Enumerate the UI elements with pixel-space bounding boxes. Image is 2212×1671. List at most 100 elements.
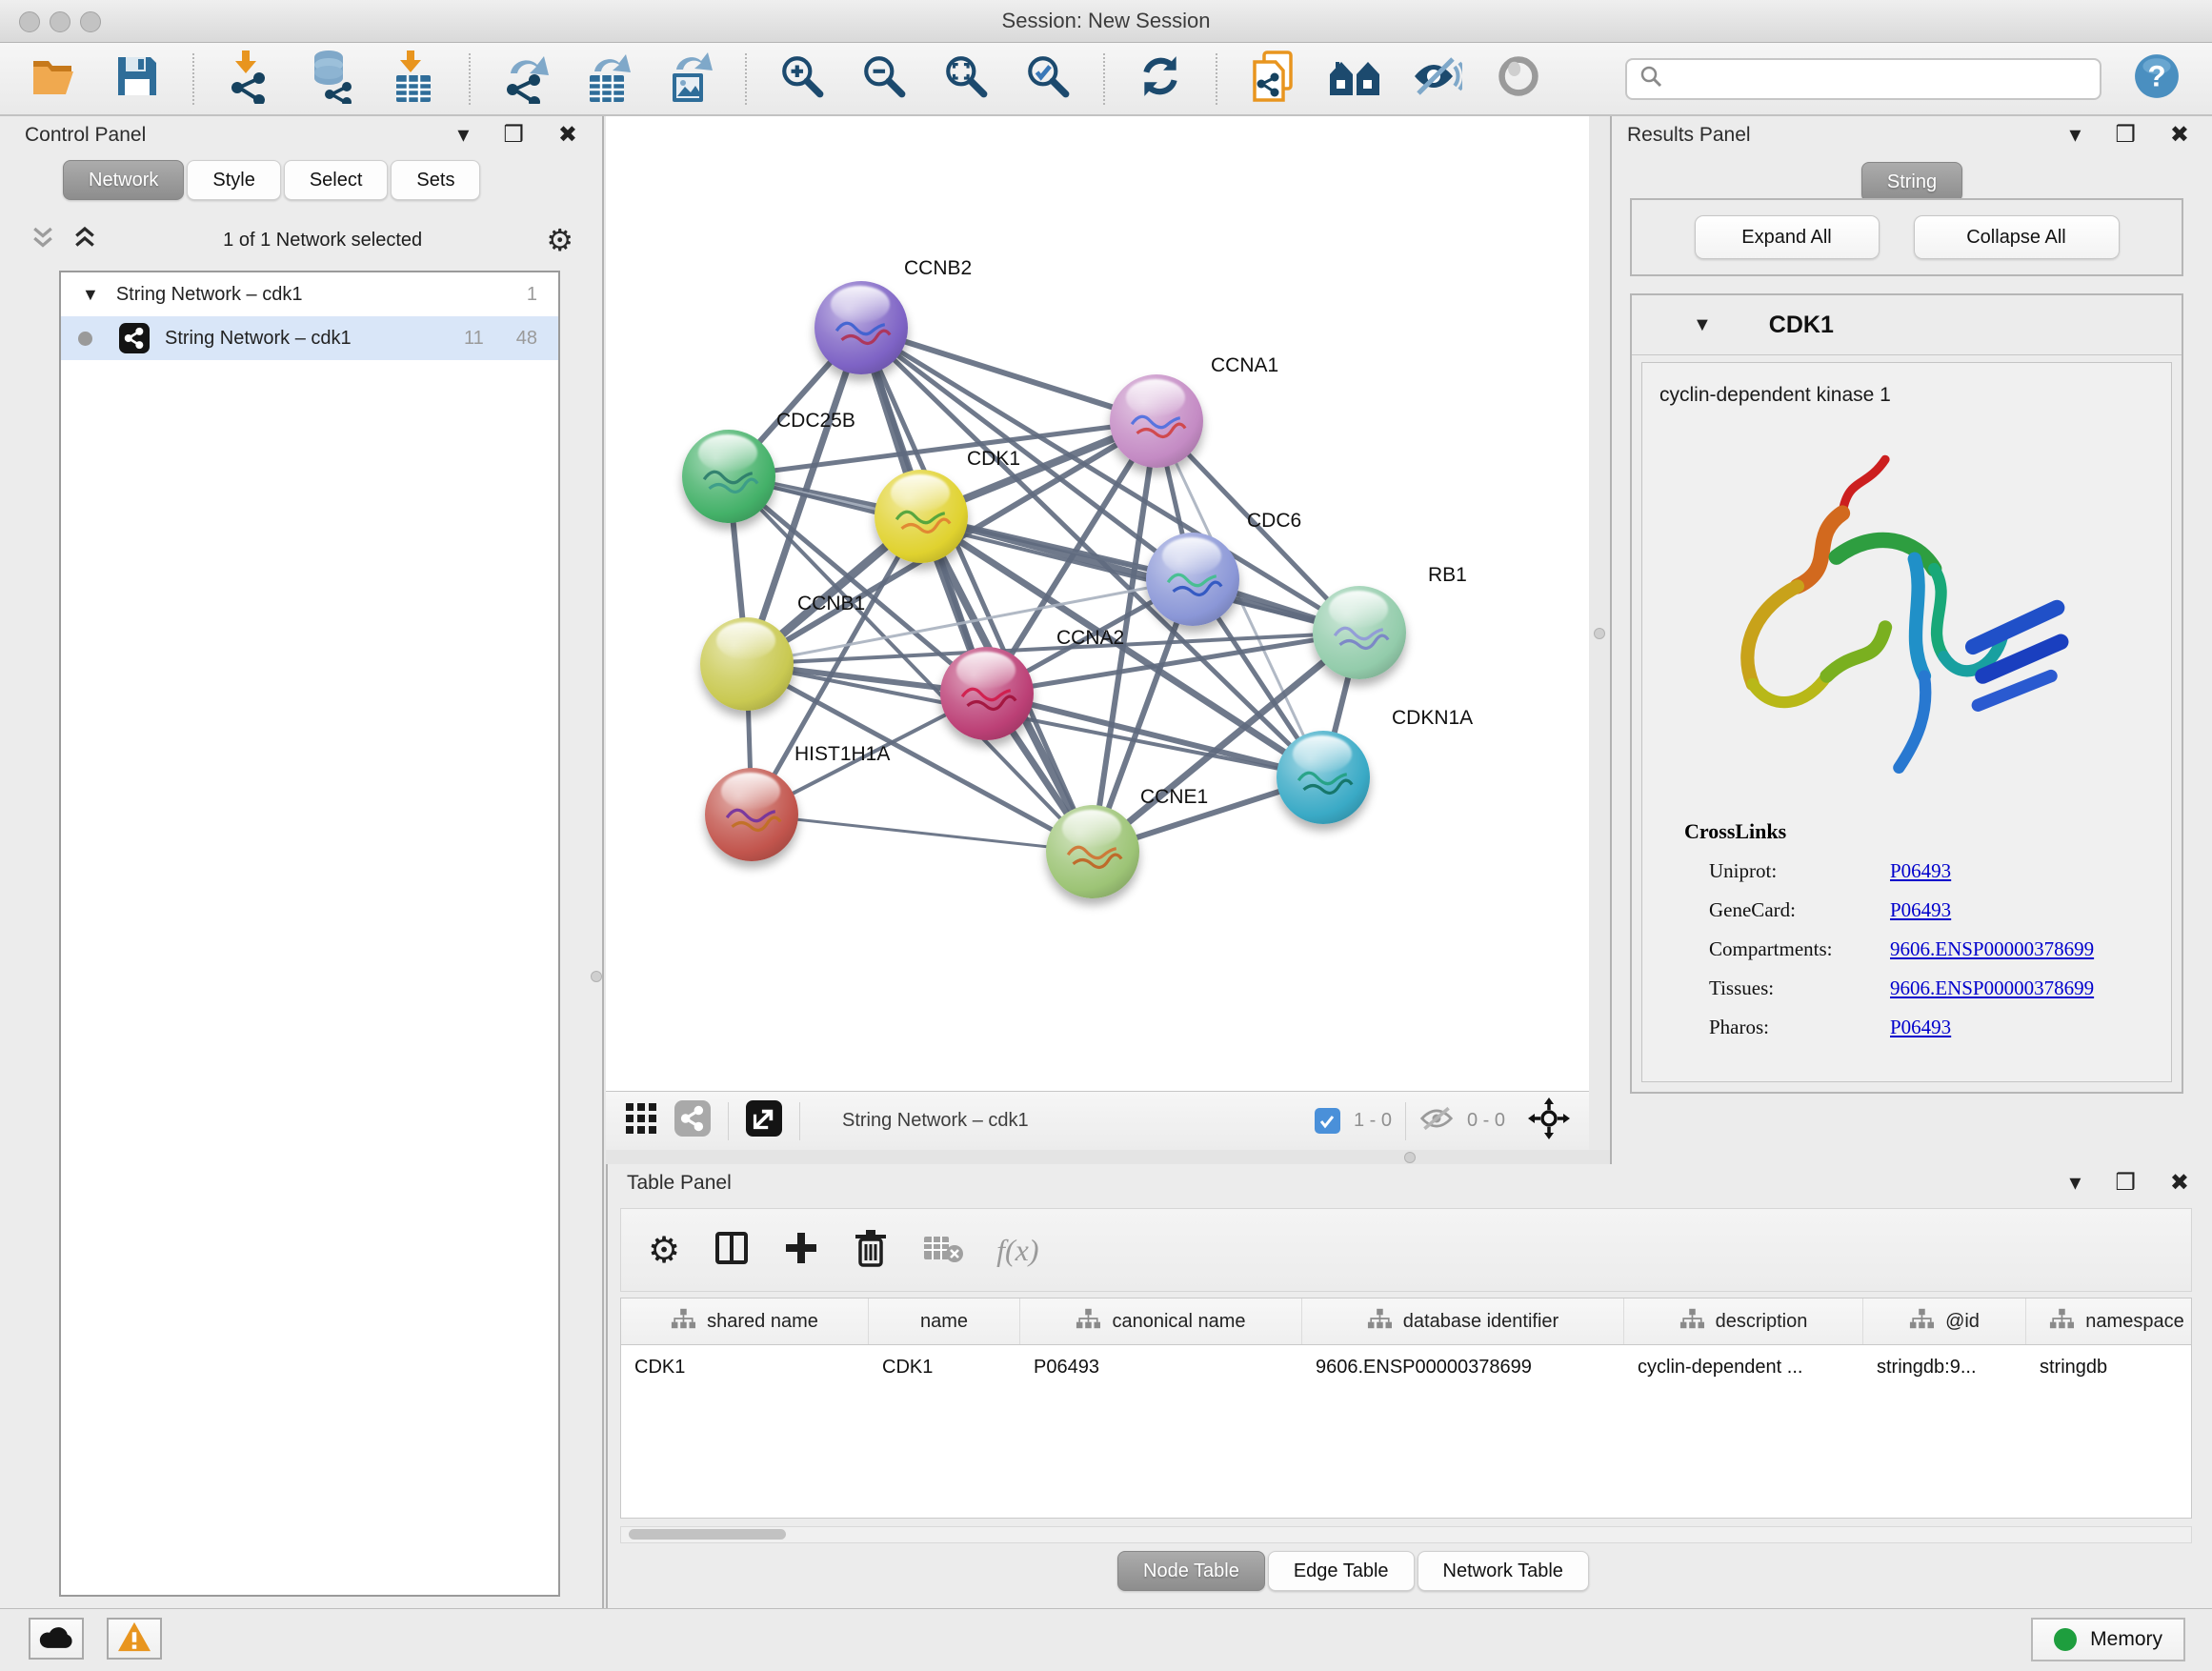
export-network-icon: [501, 49, 551, 109]
tab-edge-table[interactable]: Edge Table: [1268, 1551, 1415, 1591]
add-column-icon[interactable]: [783, 1230, 819, 1271]
open-session-button[interactable]: [29, 50, 82, 108]
protein-thumbnail: [1159, 554, 1226, 607]
panel-menu-caret-icon[interactable]: ▾: [2069, 1172, 2081, 1195]
network-node-cdk1[interactable]: [875, 470, 968, 563]
toolbar-separator: [192, 53, 194, 105]
column-header[interactable]: canonical name: [1020, 1299, 1302, 1344]
gene-section-header[interactable]: ▼ CDK1: [1632, 295, 2182, 355]
hidden-eye-icon[interactable]: [1419, 1104, 1454, 1137]
expand-all-tree-icon[interactable]: [70, 224, 99, 257]
selected-nodes-checkbox[interactable]: [1315, 1108, 1340, 1134]
export-image-button[interactable]: [663, 50, 716, 108]
tab-network[interactable]: Network: [63, 160, 184, 200]
network-node-rb1[interactable]: [1313, 586, 1406, 679]
panel-menu-caret-icon[interactable]: ▾: [457, 124, 469, 147]
table-row[interactable]: CDK1 CDK1 P06493 9606.ENSP00000378699 cy…: [621, 1345, 2191, 1389]
cloud-sync-button[interactable]: [29, 1618, 84, 1660]
scrollbar-thumb[interactable]: [629, 1529, 786, 1540]
refresh-button[interactable]: [1134, 50, 1187, 108]
tab-string[interactable]: String: [1861, 162, 1962, 202]
network-node-ccna1[interactable]: [1110, 374, 1203, 468]
save-session-button[interactable]: [111, 50, 164, 108]
clone-network-button[interactable]: [1246, 50, 1299, 108]
network-node-cdkn1a[interactable]: [1277, 731, 1370, 824]
crosslink-link[interactable]: P06493: [1890, 898, 1951, 922]
import-database-button[interactable]: [305, 50, 358, 108]
column-header[interactable]: description: [1624, 1299, 1863, 1344]
hide-selection-button[interactable]: [1410, 50, 1463, 108]
crosslink-label: Compartments:: [1709, 937, 1890, 961]
network-options-gear-icon[interactable]: ⚙: [546, 225, 573, 255]
search-input[interactable]: [1673, 67, 2088, 91]
zoom-fit-button[interactable]: [939, 50, 993, 108]
show-eye-button[interactable]: [1492, 50, 1545, 108]
network-node-cdc6[interactable]: [1146, 533, 1239, 626]
table-settings-gear-icon[interactable]: ⚙: [648, 1232, 680, 1268]
zoom-selected-button[interactable]: [1021, 50, 1075, 108]
column-header[interactable]: namespace: [2026, 1299, 2192, 1344]
column-header[interactable]: database identifier: [1302, 1299, 1624, 1344]
column-header[interactable]: @id: [1863, 1299, 2026, 1344]
import-table-button[interactable]: [387, 50, 440, 108]
help-button[interactable]: ?: [2130, 50, 2183, 108]
panel-splitter-handle[interactable]: [591, 971, 602, 982]
zoom-in-button[interactable]: [775, 50, 829, 108]
panel-menu-caret-icon[interactable]: ▾: [2069, 124, 2081, 147]
fit-content-crosshair-icon[interactable]: [1528, 1097, 1570, 1144]
collapse-all-tree-icon[interactable]: [29, 224, 57, 257]
table-panel: Table Panel ▾ ❒ ✖ ⚙ f(x) shared name nam…: [606, 1164, 2212, 1608]
column-header[interactable]: name: [869, 1299, 1020, 1344]
network-node-ccne1[interactable]: [1046, 805, 1139, 898]
crosslink-link[interactable]: P06493: [1890, 1016, 1951, 1039]
global-search-field[interactable]: [1625, 58, 2101, 100]
warnings-button[interactable]: [107, 1618, 162, 1660]
network-node-cdc25b[interactable]: [682, 430, 775, 523]
network-row-selected[interactable]: String Network – cdk1 11 48: [61, 316, 558, 360]
network-node-hist1h1a[interactable]: [705, 768, 798, 861]
crosslink-link[interactable]: 9606.ENSP00000378699: [1890, 976, 2094, 1000]
crosslink-link[interactable]: P06493: [1890, 859, 1951, 883]
close-panel-icon[interactable]: ✖: [2170, 1172, 2189, 1195]
network-node-ccna2[interactable]: [940, 647, 1034, 740]
tab-sets[interactable]: Sets: [391, 160, 480, 200]
node-table[interactable]: shared name name canonical name database…: [620, 1298, 2192, 1519]
network-share-icon[interactable]: [674, 1100, 711, 1141]
tab-select[interactable]: Select: [284, 160, 389, 200]
tab-node-table[interactable]: Node Table: [1117, 1551, 1265, 1591]
float-panel-icon[interactable]: ❒: [2115, 1172, 2136, 1195]
protein-thumbnail: [695, 451, 762, 504]
network-node-ccnb2[interactable]: [814, 281, 908, 374]
detach-view-icon[interactable]: [746, 1100, 782, 1141]
float-panel-icon[interactable]: ❒: [2115, 124, 2136, 147]
zoom-out-button[interactable]: [857, 50, 911, 108]
network-collection-row[interactable]: ▼ String Network – cdk1 1: [61, 272, 558, 316]
section-collapse-caret-icon[interactable]: ▼: [1693, 314, 1712, 336]
vertical-splitter-handle[interactable]: [1594, 628, 1605, 639]
network-node-ccnb1[interactable]: [700, 617, 794, 711]
birds-eye-grid-icon[interactable]: [625, 1102, 657, 1139]
tab-style[interactable]: Style: [187, 160, 280, 200]
expand-all-button[interactable]: Expand All: [1695, 215, 1880, 259]
network-canvas[interactable]: CCNB2CCNA1CDC25BCDK1CDC6RB1CCNB1CCNA2CDK…: [606, 116, 1589, 1091]
collapse-all-button[interactable]: Collapse All: [1914, 215, 2120, 259]
close-panel-icon[interactable]: ✖: [2170, 124, 2189, 147]
splitter-handle[interactable]: [1404, 1152, 1416, 1163]
delete-column-trash-icon[interactable]: [852, 1227, 890, 1274]
network-edge[interactable]: [752, 815, 1093, 852]
crosslink-link[interactable]: 9606.ENSP00000378699: [1890, 937, 2094, 961]
home-button[interactable]: [1328, 50, 1381, 108]
tree-expand-caret-icon[interactable]: ▼: [82, 285, 99, 305]
network-edge[interactable]: [861, 328, 1093, 852]
select-columns-icon[interactable]: [713, 1229, 751, 1272]
memory-button[interactable]: Memory: [2031, 1618, 2185, 1661]
tab-network-table[interactable]: Network Table: [1418, 1551, 1589, 1591]
search-icon: [1639, 64, 1663, 93]
close-panel-icon[interactable]: ✖: [558, 124, 577, 147]
float-panel-icon[interactable]: ❒: [503, 124, 524, 147]
export-network-button[interactable]: [499, 50, 553, 108]
column-header[interactable]: shared name: [621, 1299, 869, 1344]
import-network-button[interactable]: [223, 50, 276, 108]
horizontal-scrollbar[interactable]: [620, 1526, 2192, 1543]
export-table-button[interactable]: [581, 50, 634, 108]
